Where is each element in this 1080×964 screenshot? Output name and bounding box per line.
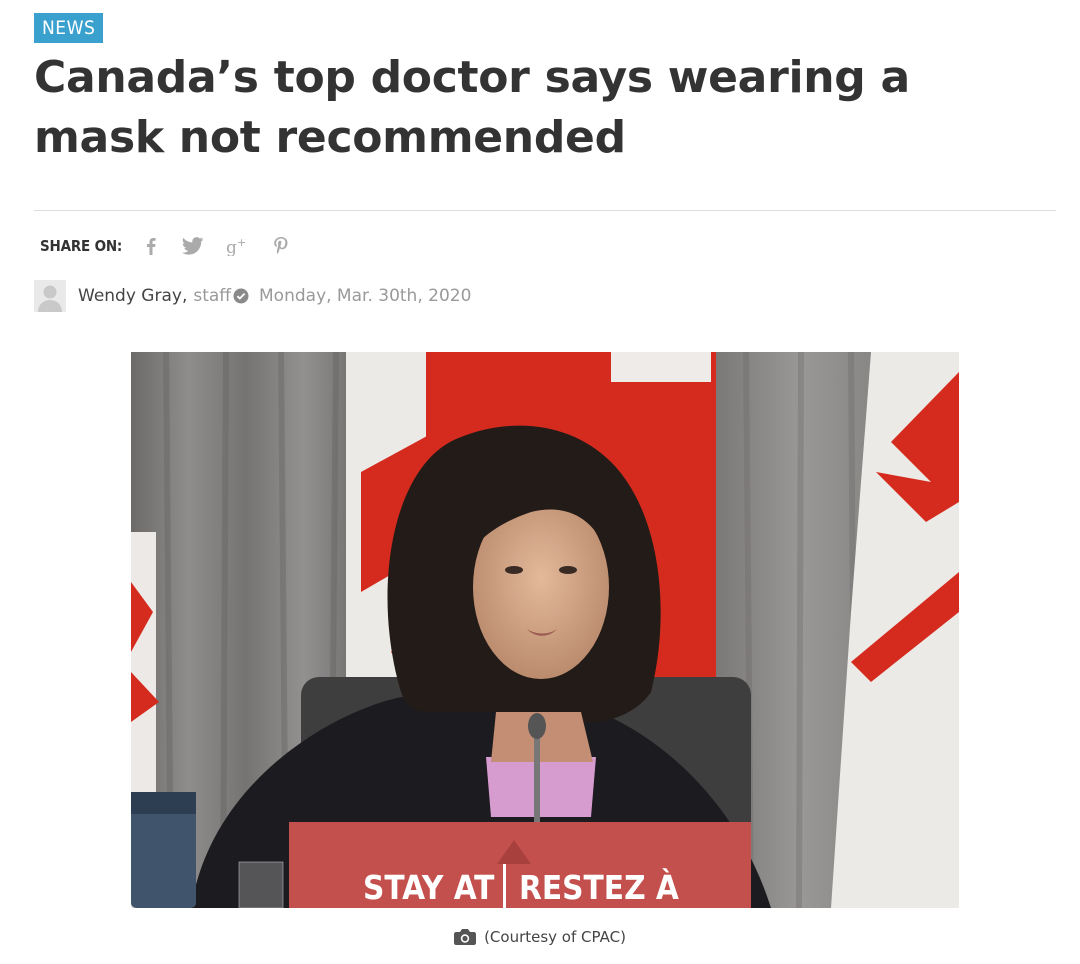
category-badge[interactable]: NEWS (34, 13, 104, 43)
author-role: staff (193, 286, 232, 306)
google-plus-icon[interactable]: g + (226, 235, 250, 257)
sign-text-left: STAY AT (363, 868, 495, 907)
author-avatar[interactable] (34, 280, 66, 312)
article-photo[interactable]: STAY AT RESTEZ À (131, 352, 959, 908)
camera-icon (454, 929, 477, 945)
photo-illustration: STAY AT RESTEZ À (131, 352, 959, 908)
svg-text:g: g (226, 238, 237, 256)
byline: Wendy Gray, staff Monday, Mar. 30th, 202… (34, 279, 471, 313)
pinterest-icon[interactable] (272, 235, 290, 257)
sign-text-right: RESTEZ À (519, 867, 679, 907)
facebook-icon[interactable] (142, 235, 160, 257)
article-title: Canada’s top doctor says wearing a mask … (34, 52, 910, 163)
share-label: SHARE ON: (40, 237, 123, 255)
svg-text:+: + (237, 236, 246, 249)
share-bar: SHARE ON: g + (40, 232, 312, 260)
publish-date: Monday, Mar. 30th, 2020 (259, 286, 472, 306)
twitter-icon[interactable] (182, 235, 204, 257)
caption-text: (Courtesy of CPAC) (484, 928, 626, 946)
author-name[interactable]: Wendy Gray, (78, 286, 187, 306)
photo-caption: (Courtesy of CPAC) (0, 928, 1080, 946)
header-divider (34, 210, 1056, 211)
verified-badge-icon (233, 288, 249, 304)
